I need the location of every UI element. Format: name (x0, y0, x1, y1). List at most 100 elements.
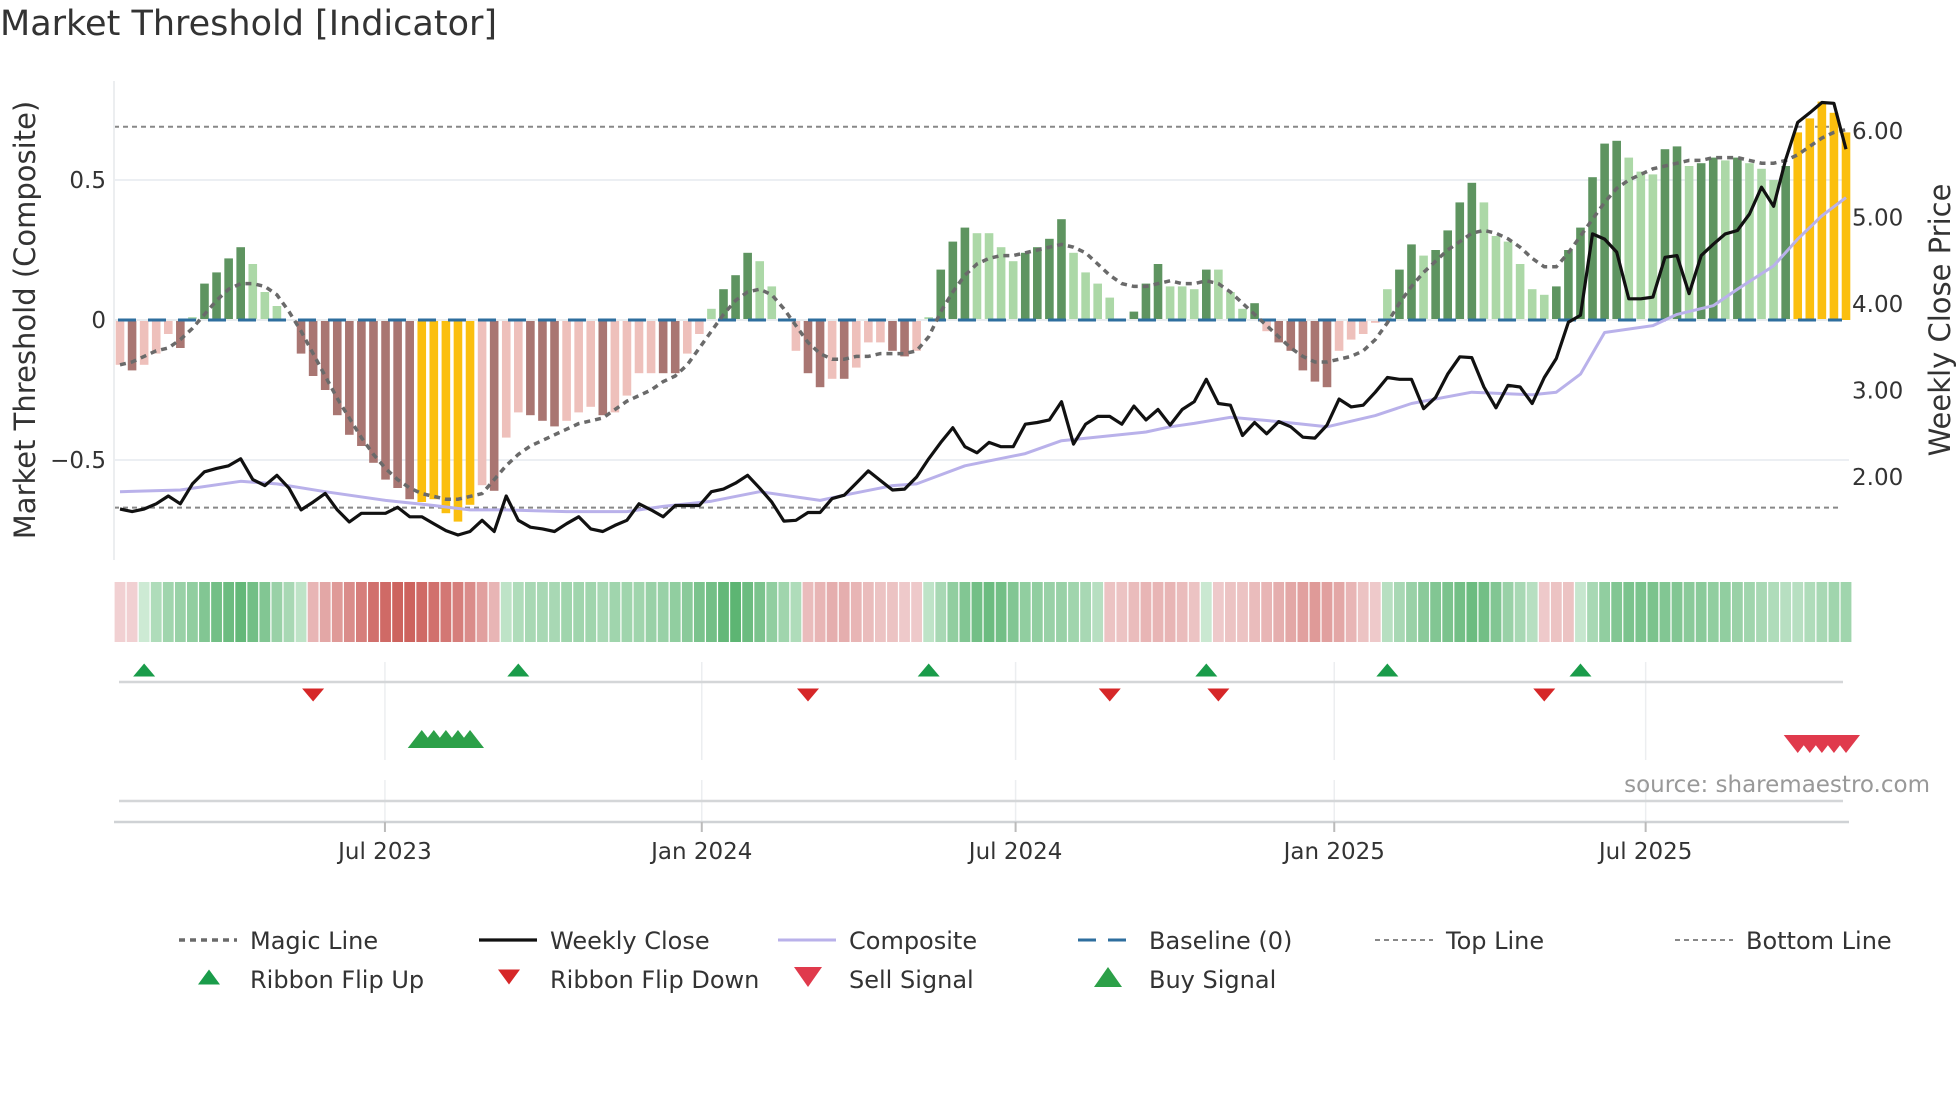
threshold-bar (417, 320, 427, 502)
ribbon-cell (162, 582, 174, 642)
threshold-bar (1564, 250, 1573, 320)
ribbon-cell (537, 582, 548, 642)
x-tick-label: Jan 2025 (1282, 839, 1385, 865)
ribbon-cell (1273, 582, 1285, 642)
ribbon-cell (428, 582, 440, 642)
ribbon-cell (1780, 582, 1792, 642)
legend-label: Ribbon Flip Down (550, 966, 759, 994)
left-tick-label: 0 (91, 308, 106, 334)
magic-line (119, 127, 1847, 501)
ribbon-cell (1212, 582, 1224, 642)
threshold-bar (1358, 320, 1368, 334)
ribbon-cell (778, 582, 790, 642)
threshold-bar (695, 320, 704, 334)
legend-label: Bottom Line (1746, 927, 1892, 955)
ribbon-cell (1599, 582, 1611, 642)
threshold-bar (1310, 320, 1320, 382)
ribbon-cell (681, 582, 693, 642)
ribbon-cell (766, 582, 778, 642)
legend-label: Weekly Close (550, 927, 710, 955)
ribbon-flip-down-marker (1533, 688, 1556, 702)
ribbon-cell (1394, 582, 1405, 642)
ribbon-cell (1225, 582, 1236, 642)
right-tick-label: 3.00 (1852, 379, 1903, 405)
threshold-bar (864, 320, 873, 343)
ribbon-cell (1756, 582, 1767, 642)
threshold-bar (1045, 238, 1054, 320)
threshold-bar (1745, 163, 1754, 320)
ribbon-cell (814, 582, 826, 642)
ribbon-cell (235, 582, 247, 642)
ribbon-cell (1526, 582, 1538, 642)
threshold-bar (248, 264, 258, 320)
ribbon-cell (223, 582, 235, 642)
ribbon-cell (1357, 582, 1369, 642)
ribbon-cell (971, 582, 983, 642)
legend-item-sell-signal: Sell Signal (794, 966, 974, 994)
threshold-bar (1395, 269, 1404, 320)
ribbon-cell (1792, 582, 1804, 642)
ribbon-cell (899, 582, 910, 642)
threshold-bars (114, 101, 1851, 522)
composite-line (119, 196, 1847, 514)
ribbon-cell (887, 582, 898, 642)
ribbon-cell (1345, 582, 1357, 642)
ribbon-flip-up-marker (507, 663, 530, 677)
ribbon-cell (862, 582, 874, 642)
ribbon-cell (1152, 582, 1164, 642)
ribbon-cell (585, 582, 597, 642)
ribbon-cell (1297, 582, 1309, 642)
ribbon-cell (126, 582, 138, 642)
ribbon-cell (1611, 582, 1623, 642)
ribbon-cell (247, 582, 259, 642)
ribbon-flip-up-marker (133, 663, 156, 677)
ribbon-strip (114, 582, 1852, 642)
ribbon-cell (1744, 582, 1755, 642)
ribbon-cell (295, 582, 307, 642)
ribbon-cell (1442, 582, 1454, 642)
threshold-bar (1129, 311, 1139, 320)
ribbon-cell (959, 582, 971, 642)
ribbon-cell (380, 582, 391, 642)
threshold-bar (803, 320, 813, 374)
ribbon-cell (1623, 582, 1635, 642)
ribbon-cell (1454, 582, 1466, 642)
ribbon-cell (319, 582, 331, 642)
threshold-bar (381, 320, 390, 480)
threshold-bar (1214, 269, 1223, 320)
ribbon-cell (1128, 582, 1140, 642)
threshold-bar (1467, 182, 1477, 320)
ribbon-cell (1309, 582, 1321, 642)
threshold-bar (1141, 283, 1151, 320)
threshold-bar (260, 292, 270, 320)
ribbon-cell (1502, 582, 1514, 642)
ribbon-cell (983, 582, 995, 642)
threshold-bar (1177, 286, 1187, 320)
legend-item-ribbon-flip-up: Ribbon Flip Up (198, 966, 424, 994)
threshold-bar (465, 320, 475, 505)
threshold-bar (1733, 157, 1742, 320)
ribbon-cell (1707, 582, 1719, 642)
ribbon-cell (211, 582, 222, 642)
threshold-bar (622, 320, 632, 396)
ribbon-cell (1683, 582, 1695, 642)
ribbon-flip-up-marker (1195, 663, 1218, 677)
threshold-bar (1226, 292, 1235, 320)
ribbon-cell (1514, 582, 1526, 642)
threshold-bar (1660, 149, 1670, 320)
threshold-bar (1443, 230, 1452, 320)
threshold-bar (1069, 252, 1078, 320)
threshold-bar (1491, 236, 1501, 320)
ribbon-cell (1261, 582, 1273, 642)
threshold-bar (1153, 264, 1163, 320)
ribbon-cell (1550, 582, 1562, 642)
legend-item-baseline-0: Baseline (0) (1078, 927, 1292, 955)
ribbon-cell (500, 582, 512, 642)
legend-item-weekly-close: Weekly Close (479, 927, 710, 955)
legend-item-top-line: Top Line (1375, 927, 1544, 955)
threshold-bar (1672, 146, 1682, 320)
threshold-bar (1515, 264, 1525, 320)
ribbon-cell (150, 582, 162, 642)
legend-label: Buy Signal (1149, 966, 1276, 994)
ribbon-cell (404, 582, 416, 642)
